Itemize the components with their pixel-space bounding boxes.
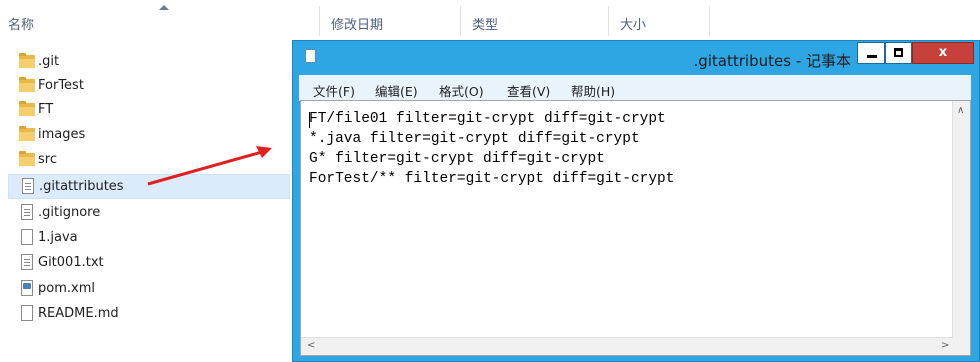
text-line: ForTest/** filter=git-crypt diff=git-cry…: [309, 171, 675, 187]
column-divider: [608, 6, 609, 36]
file-name: .gitignore: [38, 205, 101, 220]
text-line: FT/file01 filter=git-crypt diff=git-cryp…: [309, 111, 666, 127]
column-divider: [709, 6, 710, 36]
horizontal-scrollbar[interactable]: < >: [301, 337, 953, 355]
text-file-icon: [19, 254, 35, 271]
menu-view[interactable]: 查看(V): [507, 81, 550, 100]
blank-file-icon: [19, 305, 35, 322]
notepad-window: .gitattributes - 记事本 x 文件(F) 编辑(E) 格式(O)…: [292, 40, 980, 362]
blank-file-icon: [19, 229, 35, 246]
close-button[interactable]: x: [912, 42, 974, 64]
menu-help[interactable]: 帮助(H): [571, 81, 615, 100]
resize-grip-icon[interactable]: [953, 338, 970, 355]
column-divider: [460, 6, 461, 36]
column-divider: [319, 6, 320, 36]
text-line: *.java filter=git-crypt diff=git-crypt: [309, 131, 640, 147]
file-name: pom.xml: [38, 281, 95, 296]
scroll-left-icon[interactable]: <: [307, 340, 315, 351]
annotation-arrow: [147, 146, 272, 186]
column-type[interactable]: 类型: [472, 14, 498, 33]
menu-format[interactable]: 格式(O): [439, 81, 484, 100]
column-date-modified[interactable]: 修改日期: [331, 14, 383, 33]
text-line: G* filter=git-crypt diff=git-crypt: [309, 151, 605, 167]
close-icon: x: [938, 45, 948, 60]
vertical-scrollbar[interactable]: ∧: [952, 101, 970, 339]
column-size[interactable]: 大小: [620, 14, 646, 33]
text-file-icon: [19, 204, 35, 221]
file-name: Git001.txt: [38, 255, 104, 270]
window-title: .gitattributes - 记事本: [693, 52, 851, 70]
file-row-1java[interactable]: 1.java: [8, 226, 288, 250]
scroll-up-icon[interactable]: ∧: [957, 105, 964, 116]
file-row-readme[interactable]: README.md: [8, 302, 288, 326]
text-editor[interactable]: FT/file01 filter=git-crypt diff=git-cryp…: [300, 100, 971, 356]
scroll-right-icon[interactable]: >: [941, 340, 949, 351]
file-row-git001[interactable]: Git001.txt: [8, 251, 288, 275]
notepad-title-bar[interactable]: .gitattributes - 记事本 x: [293, 41, 979, 75]
maximize-icon: [894, 48, 903, 57]
minimize-button[interactable]: [857, 42, 885, 64]
file-name: README.md: [38, 306, 119, 321]
menu-bar: 文件(F) 编辑(E) 格式(O) 查看(V) 帮助(H): [299, 75, 971, 101]
notepad-app-icon: [305, 49, 316, 63]
menu-file[interactable]: 文件(F): [313, 81, 355, 100]
file-name: 1.java: [38, 230, 78, 245]
file-row-gitignore[interactable]: .gitignore: [8, 201, 288, 225]
menu-edit[interactable]: 编辑(E): [375, 81, 418, 100]
xml-file-icon: [19, 280, 35, 297]
file-row-pom[interactable]: pom.xml: [8, 277, 288, 301]
maximize-button[interactable]: [885, 42, 912, 64]
minimize-icon: [867, 55, 877, 58]
